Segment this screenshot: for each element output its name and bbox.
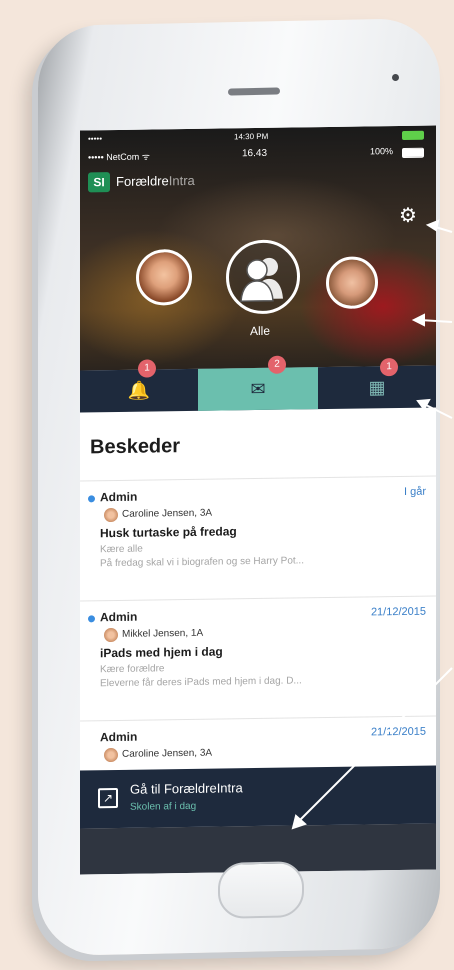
all-children-label: Alle <box>249 323 270 339</box>
battery-icon <box>402 130 424 140</box>
goto-title: Gå til ForældreIntra <box>130 780 243 797</box>
people-group-icon <box>240 257 283 302</box>
message-date: 21/12/2015 <box>370 725 426 739</box>
hero-banner: ••••• 14:30 PM ••••• NetCom ᯤ 16.43 100%… <box>80 125 436 371</box>
student-avatar <box>104 747 118 763</box>
all-children-avatar[interactable] <box>226 239 300 315</box>
child-avatar-caroline[interactable] <box>136 248 192 306</box>
divider <box>80 715 436 722</box>
home-button[interactable] <box>218 861 304 919</box>
message-subject: Husk turtaske på fredag <box>100 524 237 541</box>
calendar-icon: ▦ <box>368 377 386 398</box>
envelope-icon: ✉ <box>250 378 266 400</box>
app-logo: SI <box>88 172 110 193</box>
message-subject: iPads med hjem i dag <box>100 644 223 661</box>
front-camera <box>392 74 399 81</box>
message-student: Caroline Jensen, 3A <box>122 507 213 520</box>
message-greeting: Kære alle <box>100 543 143 556</box>
message-preview: På fredag skal vi i biografen og se Harr… <box>100 555 304 570</box>
page-title: Beskeder <box>90 435 181 459</box>
notification-badge: 1 <box>138 359 156 378</box>
status-bar: ••••• NetCom ᯤ 16.43 100% <box>80 146 436 165</box>
app-title-strong: Forældre <box>116 173 169 189</box>
external-link-icon: ↗ <box>98 787 118 809</box>
carrier-signal: ••••• <box>88 134 103 144</box>
student-avatar <box>104 507 118 523</box>
tab-notifications[interactable]: 🔔 1 <box>80 359 198 413</box>
message-student: Mikkel Jensen, 1A <box>122 627 204 640</box>
status-time: 16.43 <box>242 147 268 160</box>
message-date: 21/12/2015 <box>370 605 426 619</box>
battery-icon <box>402 147 424 158</box>
calendar-badge: 1 <box>380 358 398 377</box>
tab-calendar[interactable]: ▦ 1 <box>318 358 436 410</box>
carrier-name: ••••• NetCom ᯤ <box>88 151 150 163</box>
message-sender: Admin <box>100 609 138 625</box>
messages-badge: 2 <box>268 355 286 374</box>
app-screen: ••••• 14:30 PM ••••• NetCom ᯤ 16.43 100%… <box>80 125 436 875</box>
message-sender: Admin <box>100 729 138 745</box>
divider <box>80 475 436 482</box>
tab-bar: 🔔 1 ✉ 2 ▦ 1 <box>80 355 436 413</box>
tab-messages[interactable]: ✉ 2 <box>198 355 318 411</box>
unread-dot <box>88 495 95 503</box>
bell-icon: 🔔 <box>127 380 151 401</box>
message-preview: Eleverne får deres iPads med hjem i dag.… <box>100 675 302 690</box>
status-bar-top: ••••• 14:30 PM <box>80 130 436 147</box>
list-item[interactable]: Admin 21/12/2015 Mikkel Jensen, 1A iPads… <box>80 604 436 709</box>
student-avatar <box>104 627 118 643</box>
message-date: I går <box>403 485 426 498</box>
message-student: Caroline Jensen, 3A <box>122 747 213 760</box>
speaker-grille <box>228 87 280 96</box>
message-greeting: Kære forældre <box>100 663 165 676</box>
goto-forældreintra-banner[interactable]: ↗ Gå til ForældreIntra Skolen af i dag <box>80 765 436 829</box>
status-time-top: 14:30 PM <box>234 131 269 142</box>
child-avatar-mikkel[interactable] <box>326 256 378 310</box>
message-sender: Admin <box>100 489 138 505</box>
battery-percent: 100% <box>370 146 394 157</box>
app-title-dim: Intra <box>168 172 195 189</box>
app-title: ForældreIntra <box>116 173 195 189</box>
list-item[interactable]: Admin I går Caroline Jensen, 3A Husk tur… <box>80 484 436 589</box>
gear-icon[interactable]: ⚙ <box>398 205 418 227</box>
unread-dot <box>88 615 95 623</box>
divider <box>80 595 436 602</box>
goto-subtitle: Skolen af i dag <box>130 800 197 813</box>
